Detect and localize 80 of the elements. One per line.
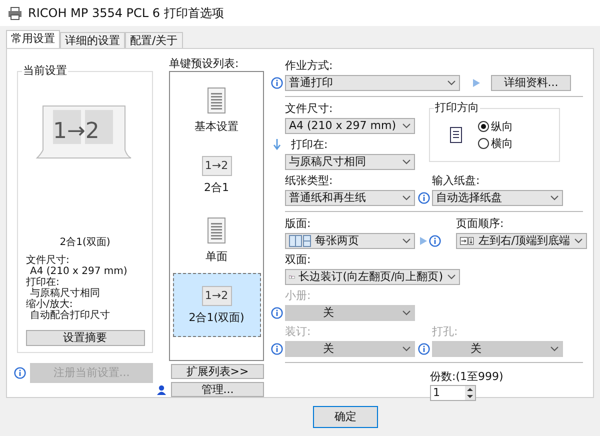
- details-button[interactable]: 详细资料...: [491, 75, 571, 91]
- caret-icon: [402, 238, 411, 244]
- caret-icon: [447, 274, 456, 280]
- field-label: 页面顺序:: [456, 217, 504, 231]
- play-icon: [472, 78, 481, 88]
- caret-icon: [574, 238, 583, 244]
- field-label: 输入纸盘:: [432, 174, 480, 188]
- dropdown[interactable]: 每张两页: [285, 233, 415, 249]
- expand-list-button[interactable]: 扩展列表>>: [171, 364, 264, 379]
- portrait-page-icon: [450, 127, 462, 143]
- preview-label: 1→2: [53, 120, 100, 144]
- dropdown[interactable]: A4 (210 x 297 mm): [285, 118, 415, 134]
- preset-item[interactable]: 基本设置: [172, 78, 260, 142]
- info-icon: [418, 343, 430, 355]
- info-icon: [14, 367, 26, 379]
- caret-icon: [447, 80, 456, 86]
- printer-icon: [8, 6, 22, 20]
- ok-button[interactable]: 确定: [313, 406, 378, 428]
- field-label: 小册:: [285, 289, 311, 303]
- preset-item[interactable]: 1→2 2合1(双面): [172, 273, 260, 337]
- tab[interactable]: 常用设置: [6, 30, 60, 48]
- manage-button[interactable]: 管理...: [171, 382, 264, 397]
- group-title: 当前设置: [22, 64, 68, 78]
- field-label: 打孔:: [432, 325, 458, 339]
- preset-item[interactable]: 单面: [172, 208, 260, 272]
- detail-value: 与原稿尺寸相同: [30, 288, 101, 299]
- window-title: RICOH MP 3554 PCL 6 打印首选项: [28, 5, 224, 22]
- page-order-icon: [460, 235, 474, 247]
- radio-label: 横向: [491, 136, 513, 150]
- caret-icon: [402, 195, 411, 201]
- field-label: 打印在:: [291, 138, 328, 152]
- caret-icon: [402, 346, 411, 352]
- document-icon: [206, 87, 226, 115]
- field-label: 文件尺寸:: [285, 102, 333, 116]
- info-icon: [271, 77, 283, 89]
- field-label: 纸张类型:: [285, 174, 333, 188]
- dropdown[interactable]: 与原稿尺寸相同: [285, 154, 415, 170]
- dropdown[interactable]: 普通纸和再生纸: [285, 190, 415, 206]
- info-icon: [429, 235, 441, 247]
- copies-spinner[interactable]: 1: [430, 385, 476, 401]
- list-title: 单键预设列表:: [169, 57, 240, 71]
- play-icon: [419, 236, 428, 246]
- spinner-arrows-icon: [465, 386, 475, 400]
- info-icon: [271, 343, 283, 355]
- down-arrow-icon: [271, 139, 283, 151]
- radio-label: 纵向: [491, 120, 513, 134]
- field-label: 作业方式:: [285, 59, 333, 73]
- group-title: 打印方向: [434, 101, 480, 115]
- radio-button[interactable]: [478, 121, 489, 132]
- user-icon: [157, 385, 166, 395]
- dropdown[interactable]: 左到右/顶端到底端: [456, 233, 587, 249]
- info-icon: [271, 307, 283, 319]
- caret-icon: [402, 159, 411, 165]
- dropdown[interactable]: 长边装订(向左翻页/向上翻页): [285, 269, 460, 285]
- radio-button[interactable]: [478, 138, 489, 149]
- detail-label: 打印在:: [26, 277, 60, 288]
- detail-label: 缩小/放大:: [26, 299, 73, 310]
- field-label: 装订:: [285, 325, 311, 339]
- layout-icon: [289, 235, 311, 247]
- preset-item[interactable]: 1→2 2合1: [172, 143, 260, 207]
- two-in-one-icon: 1→2: [202, 286, 232, 306]
- summary-button[interactable]: 设置摘要: [26, 330, 144, 346]
- setting-caption: 2合1(双面): [60, 236, 110, 249]
- tab[interactable]: 详细的设置: [60, 32, 125, 48]
- caret-icon: [402, 123, 411, 129]
- tab[interactable]: 配置/关于: [125, 32, 183, 48]
- field-label: 份数:(1至999): [430, 370, 504, 384]
- detail-label: 文件尺寸:: [26, 255, 70, 266]
- document-icon: [206, 217, 226, 245]
- info-icon: [418, 192, 430, 204]
- dropdown[interactable]: 普通打印: [285, 75, 460, 91]
- caret-icon: [550, 195, 559, 201]
- detail-value: A4 (210 x 297 mm): [30, 266, 128, 277]
- caret-icon: [402, 310, 411, 316]
- field-label: 版面:: [285, 217, 311, 231]
- field-label: 双面:: [285, 253, 311, 267]
- dropdown[interactable]: 自动选择纸盘: [432, 190, 563, 206]
- two-in-one-icon: 1→2: [202, 156, 232, 176]
- detail-value: 自动配合打印尺寸: [29, 310, 111, 321]
- caret-icon: [550, 346, 559, 352]
